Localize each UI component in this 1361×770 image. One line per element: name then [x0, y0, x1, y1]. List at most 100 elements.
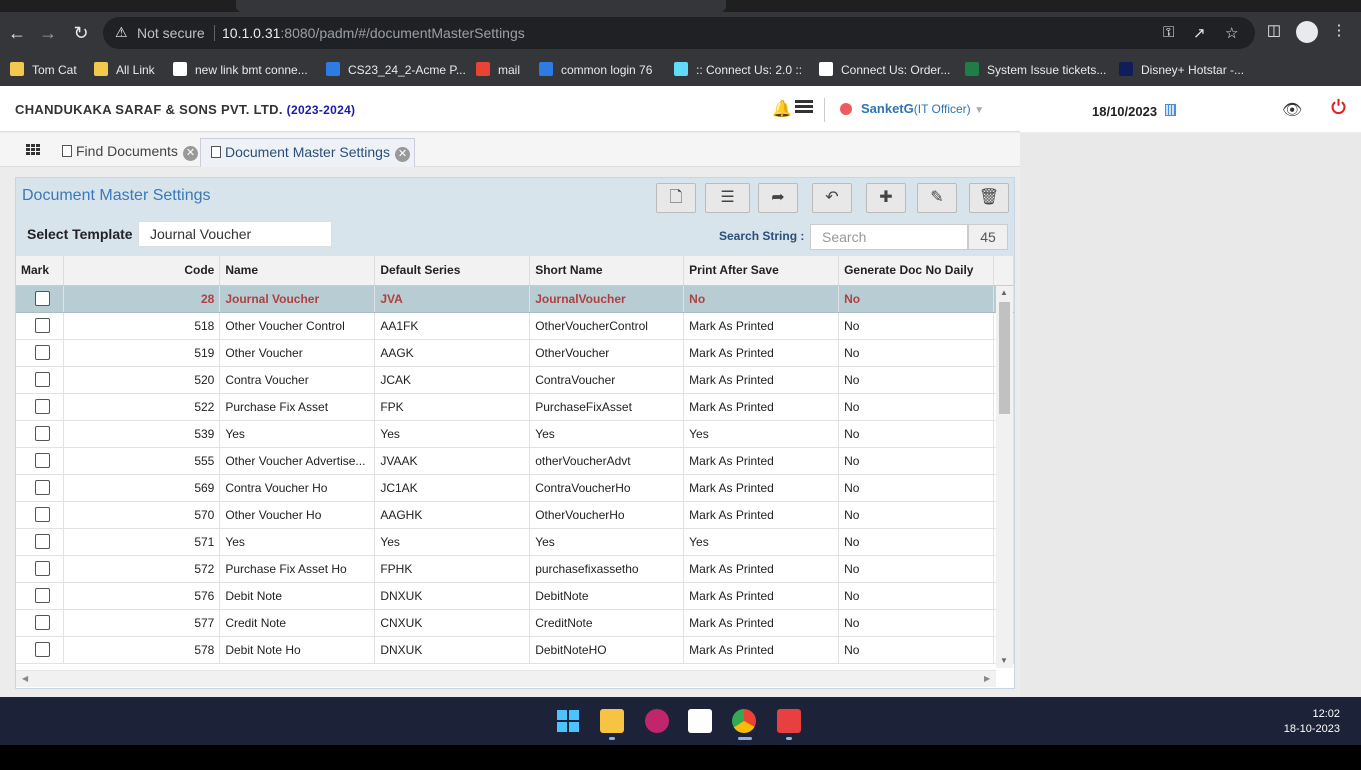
vertical-scrollbar[interactable]: ▲ ▼	[996, 286, 1013, 668]
name-cell: Contra Voucher Ho	[219, 474, 376, 502]
calendar-icon[interactable]	[1165, 104, 1176, 116]
table-row[interactable]: 577 Credit Note CNXUK CreditNote Mark As Pri…	[16, 609, 1014, 637]
list-button[interactable]: ☰	[705, 183, 750, 213]
mark-checkbox[interactable]	[35, 426, 50, 441]
mark-checkbox[interactable]	[35, 615, 50, 630]
reload-icon[interactable]: ↻	[69, 21, 93, 45]
star-icon[interactable]: ☆	[1225, 24, 1238, 42]
windows-start-icon[interactable]	[556, 709, 580, 733]
chrome-icon[interactable]	[732, 709, 756, 733]
wps-office-icon[interactable]	[645, 709, 669, 733]
mark-checkbox[interactable]	[35, 588, 50, 603]
table-row[interactable]: 576 Debit Note DNXUK DebitNote Mark As Print…	[16, 582, 1014, 610]
mark-checkbox[interactable]	[35, 453, 50, 468]
horizontal-scrollbar[interactable]: ◀ ▶	[16, 670, 996, 687]
mark-checkbox[interactable]	[35, 345, 50, 360]
table-row[interactable]: 578 Debit Note Ho DNXUK DebitNoteHO Mark As …	[16, 636, 1014, 664]
bookmark-cs23[interactable]: CS23_24_2-Acme P...	[326, 60, 466, 80]
app-header: CHANDUKAKA SARAF & SONS PVT. LTD. (2023-…	[0, 86, 1020, 132]
mark-checkbox[interactable]	[35, 507, 50, 522]
mark-checkbox[interactable]	[35, 318, 50, 333]
column-header-mark[interactable]: Mark	[16, 256, 65, 286]
table-row[interactable]: 569 Contra Voucher Ho JC1AK ContraVoucherHo…	[16, 474, 1014, 502]
scrollbar-thumb[interactable]	[999, 302, 1010, 414]
power-icon[interactable]	[1330, 98, 1347, 115]
table-row[interactable]: 539 Yes Yes Yes Yes No	[16, 420, 1014, 448]
user-menu[interactable]: SanketG(IT Officer) ▼	[861, 101, 984, 116]
clear-document-button[interactable]: 🗋	[656, 183, 696, 213]
system-clock[interactable]: 12:02 18-10-2023	[1260, 707, 1340, 737]
header-right: 18/10/2023 👁	[1020, 86, 1361, 132]
bookmark-common-login[interactable]: common login 76	[539, 60, 652, 80]
scroll-left-arrow-icon[interactable]: ◀	[22, 674, 28, 683]
add-button[interactable]: ✚	[866, 183, 906, 213]
select-template-input[interactable]: Journal Voucher	[138, 221, 332, 247]
address-bar[interactable]: ⚠ Not secure 10.1.0.31:8080/padm/#/docum…	[103, 17, 1255, 49]
table-row[interactable]: 522 Purchase Fix Asset FPK PurchaseFixAsset…	[16, 393, 1014, 421]
name-cell: Other Voucher	[219, 339, 376, 367]
delete-button[interactable]: 🗑	[969, 183, 1009, 213]
url-text[interactable]: 10.1.0.31:8080/padm/#/documentMasterSett…	[222, 25, 525, 41]
column-header-print-after-save[interactable]: Print After Save	[683, 256, 840, 286]
mark-checkbox[interactable]	[35, 480, 50, 495]
close-icon[interactable]: ✕	[394, 147, 410, 162]
column-header-short-name[interactable]: Short Name	[529, 256, 685, 286]
bookmark-new-link[interactable]: new link bmt conne...	[173, 60, 308, 80]
scroll-up-arrow-icon[interactable]: ▲	[1000, 288, 1008, 297]
table-row[interactable]: 28 Journal Voucher JVA JournalVoucher No No	[16, 285, 1014, 313]
column-header-name[interactable]: Name	[219, 256, 376, 286]
bookmark-all-link[interactable]: All Link	[94, 60, 155, 80]
tab-find-documents[interactable]: Find Documents ✕	[52, 138, 198, 167]
redo-button[interactable]: ➦	[758, 183, 798, 213]
close-icon[interactable]: ✕	[182, 146, 198, 161]
column-header-generate-doc-no-daily[interactable]: Generate Doc No Daily	[838, 256, 994, 286]
eye-slash-icon[interactable]: 👁	[1282, 100, 1302, 120]
column-header-default-series[interactable]: Default Series	[374, 256, 531, 286]
grid-menu-icon[interactable]	[26, 144, 40, 156]
bookmark-mail[interactable]: mail	[476, 60, 520, 80]
anydesk-icon[interactable]	[777, 709, 801, 733]
mark-checkbox[interactable]	[35, 372, 50, 387]
table-row[interactable]: 572 Purchase Fix Asset Ho FPHK purchasefixa…	[16, 555, 1014, 583]
browser-active-tab[interactable]	[236, 0, 726, 12]
url-host: 10.1.0.31	[222, 25, 281, 41]
search-input[interactable]: Search	[810, 224, 968, 250]
code-cell: 572	[63, 555, 221, 583]
side-panel-icon[interactable]: ◫	[1262, 21, 1286, 39]
scroll-right-arrow-icon[interactable]: ▶	[984, 674, 990, 683]
table-row[interactable]: 570 Other Voucher Ho AAGHK OtherVoucherHo Ma…	[16, 501, 1014, 529]
menu-list-icon[interactable]	[795, 100, 813, 115]
file-explorer-icon[interactable]	[600, 709, 624, 733]
table-row[interactable]: 555 Other Voucher Advertise... JVAAK otherV…	[16, 447, 1014, 475]
kebab-menu-icon[interactable]: ⋮	[1327, 21, 1351, 39]
mark-checkbox[interactable]	[35, 642, 50, 657]
bookmark-hotstar[interactable]: Disney+ Hotstar -...	[1119, 60, 1244, 80]
table-row[interactable]: 571 Yes Yes Yes Yes No	[16, 528, 1014, 556]
bookmark-connect-us[interactable]: :: Connect Us: 2.0 ::	[674, 60, 802, 80]
undo-button[interactable]: ↶	[812, 183, 852, 213]
generate-doc-no-daily-cell: No	[838, 393, 994, 421]
vnc-viewer-icon[interactable]	[688, 709, 712, 733]
share-icon[interactable]: ↗	[1193, 24, 1206, 42]
forward-arrow-icon[interactable]: →	[36, 21, 60, 45]
mark-checkbox[interactable]	[35, 561, 50, 576]
table-row[interactable]: 518 Other Voucher Control AA1FK OtherVouche…	[16, 312, 1014, 340]
mark-checkbox[interactable]	[35, 534, 50, 549]
key-icon[interactable]: ⚿	[1163, 24, 1174, 41]
table-row[interactable]: 519 Other Voucher AAGK OtherVoucher Mark As …	[16, 339, 1014, 367]
bell-icon[interactable]: 🔔	[772, 99, 792, 119]
bookmark-tom-cat[interactable]: Tom Cat	[10, 60, 77, 80]
scroll-down-arrow-icon[interactable]: ▼	[1000, 656, 1008, 665]
back-arrow-icon[interactable]: ←	[5, 21, 29, 45]
table-row[interactable]: 520 Contra Voucher JCAK ContraVoucher Mark A…	[16, 366, 1014, 394]
print-after-save-cell: Mark As Printed	[683, 447, 840, 475]
edit-button[interactable]: ✎	[917, 183, 957, 213]
mark-checkbox[interactable]	[35, 291, 50, 306]
profile-avatar-icon[interactable]	[1296, 21, 1318, 43]
bookmark-connect-order[interactable]: Connect Us: Order...	[819, 60, 950, 80]
tab-document-master-settings[interactable]: Document Master Settings ✕	[200, 138, 415, 167]
column-header-code[interactable]: Code	[63, 256, 221, 286]
generate-doc-no-daily-cell: No	[838, 474, 994, 502]
bookmark-system-issue[interactable]: System Issue tickets...	[965, 60, 1106, 80]
mark-checkbox[interactable]	[35, 399, 50, 414]
